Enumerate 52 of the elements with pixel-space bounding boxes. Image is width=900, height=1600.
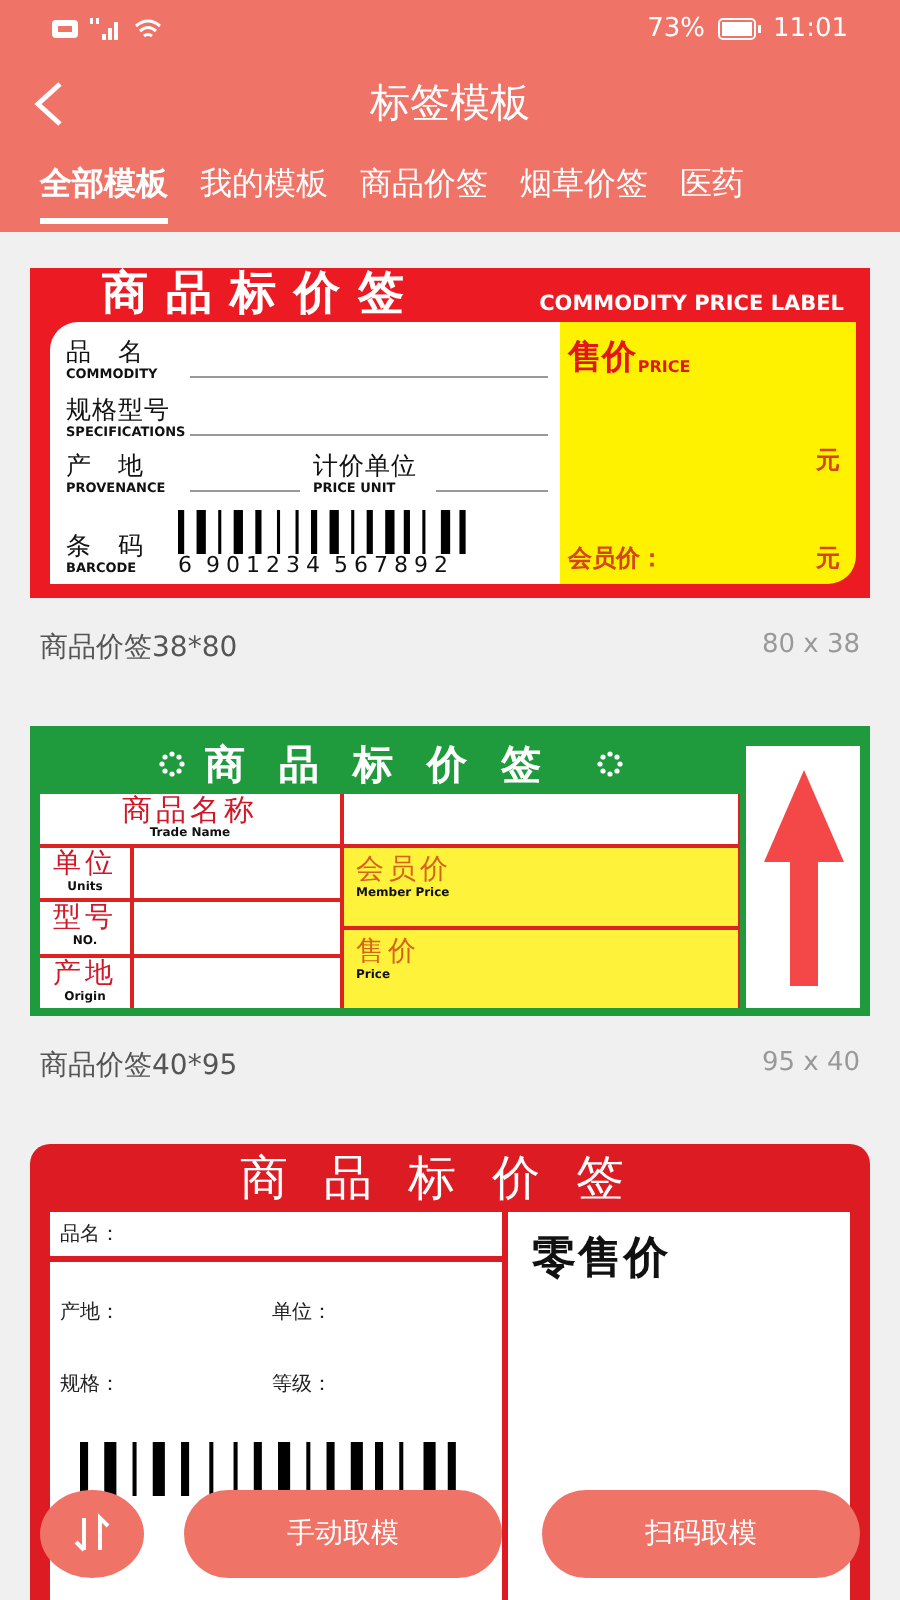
sparkle-icon (157, 750, 185, 778)
clock: 11:01 (773, 13, 848, 43)
up-arrow-icon (763, 769, 843, 985)
barcode-number: 6 (178, 553, 198, 576)
action-button[interactable]: 扫码取模 (542, 1490, 860, 1578)
price-label: 零售价 (532, 1234, 670, 1284)
field-label: 品 名 (66, 338, 146, 366)
tab[interactable]: 商品价签 (360, 148, 488, 224)
label-title: 商品标价签 (102, 268, 422, 322)
field-label: 规格： (60, 1371, 122, 1398)
label-title: 商品标价签 (240, 1148, 660, 1210)
action-button[interactable]: 手动取模 (184, 1490, 502, 1578)
price-label: 会员价 (356, 856, 454, 886)
tab[interactable]: 全部模板 (40, 148, 168, 224)
barcode-number: 567892 (334, 553, 454, 576)
signal-icon (90, 17, 122, 39)
template-name: 商品价签38*80 (40, 630, 238, 666)
field-label: 单位： (272, 1299, 334, 1326)
field-label: 产 地 (66, 452, 146, 481)
tab[interactable]: 烟草价签 (520, 148, 648, 224)
page-title: 标签模板 (370, 75, 530, 129)
battery-percent: 73% (647, 13, 706, 43)
field-label: 条 码 (66, 531, 146, 560)
template-name: 商品价签40*95 (40, 1048, 238, 1084)
price-label: 售价 (356, 938, 422, 968)
member-price-label: 会员价： (567, 542, 664, 576)
field-label: 产地 (53, 959, 117, 990)
hd-icon (52, 19, 78, 37)
field-label: 单位 (53, 850, 117, 881)
swap-icon (70, 1512, 114, 1556)
field-label: 等级： (272, 1372, 334, 1398)
template-size: 95 x 40 (761, 1048, 860, 1082)
barcode-number: 901234 (206, 553, 326, 576)
template-size: 80 x 38 (761, 630, 860, 664)
field-label: 计价单位 (312, 452, 419, 481)
sparkle-icon (595, 750, 623, 778)
label-subtitle: COMMODITY PRICE LABEL (539, 292, 844, 320)
battery-icon (717, 17, 762, 39)
wifi-icon (134, 17, 162, 39)
currency-label: 元 (816, 444, 840, 478)
field-label: 型号 (53, 904, 117, 935)
field-label: 规格型号 (66, 395, 172, 424)
back-icon[interactable] (32, 80, 64, 128)
price-label: PRICE (637, 358, 691, 380)
field-label: 品名： (60, 1222, 120, 1248)
tab[interactable]: 医药 (680, 148, 744, 224)
field-label: 产地： (60, 1299, 122, 1326)
price-label: 售价 (567, 336, 636, 380)
currency-label: 元 (816, 542, 840, 576)
field-label: 商品名称 (122, 796, 258, 826)
tab[interactable]: 我的模板 (200, 148, 328, 224)
label-title: 商品标价签 (205, 737, 575, 791)
